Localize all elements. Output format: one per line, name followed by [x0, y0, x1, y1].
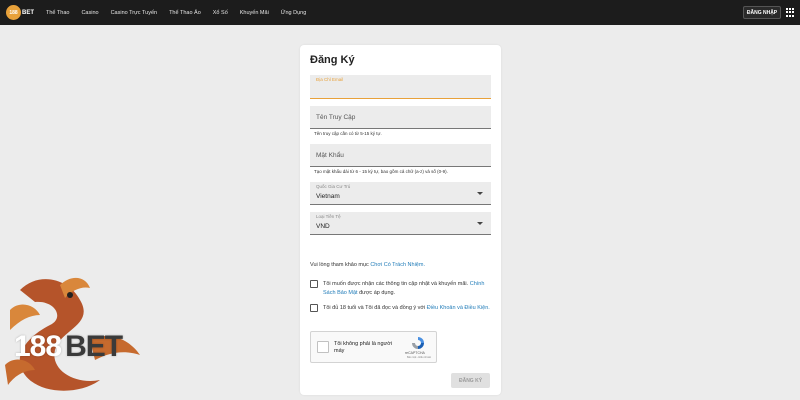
background-logo: 188 BET	[14, 330, 123, 363]
recaptcha-icon	[412, 337, 424, 349]
password-placeholder: Mật Khẩu	[316, 152, 344, 159]
responsible-gaming-link[interactable]: Chơi Có Trách Nhiệm.	[370, 262, 425, 268]
email-field[interactable]: Địa Chỉ Email	[310, 75, 491, 99]
logo-badge-icon: 188	[6, 5, 21, 20]
recaptcha-widget: Tôi không phải là người máy reCAPTCHA Bả…	[310, 331, 437, 363]
password-hint: Tạo mật khẩu dài từ 6 - 15 ký tự, bao gồ…	[314, 169, 448, 174]
nav-item-ung-dung[interactable]: Ứng Dụng	[281, 10, 307, 16]
nav-item-khuyen-mai[interactable]: Khuyến Mãi	[240, 10, 269, 16]
brand-logo[interactable]: 188 BET	[6, 3, 34, 22]
main-nav: Thể Thao Casino Casino Trực Tuyến Thể Th…	[46, 0, 318, 25]
email-label: Địa Chỉ Email	[316, 77, 344, 82]
recaptcha-checkbox[interactable]	[317, 341, 329, 353]
country-select[interactable]: Quốc Gia Cư Trú Vietnam	[310, 182, 491, 205]
country-label: Quốc Gia Cư Trú	[316, 184, 351, 189]
login-button[interactable]: ĐĂNG NHẬP	[743, 6, 781, 19]
recaptcha-brand: reCAPTCHA	[405, 351, 425, 355]
terms-checkbox[interactable]	[310, 304, 318, 312]
opt-in-text: Tôi muốn được nhận các thông tin cập nhậ…	[323, 281, 485, 296]
grid-icon[interactable]	[786, 8, 795, 17]
username-placeholder: Tên Truy Cập	[316, 114, 356, 121]
chevron-down-icon	[477, 222, 483, 225]
currency-label: Loại Tiền Tệ	[316, 214, 341, 219]
responsible-gaming-notice: Vui lòng tham khảo mục Chơi Có Trách Nhi…	[310, 262, 425, 268]
username-hint: Tên truy cập cần có từ 5-15 ký tự.	[314, 131, 382, 136]
currency-select[interactable]: Loại Tiền Tệ VND	[310, 212, 491, 235]
top-navigation-bar: 188 BET Thể Thao Casino Casino Trực Tuyế…	[0, 0, 800, 25]
recaptcha-label: Tôi không phải là người máy	[334, 341, 393, 354]
nav-item-the-thao-ao[interactable]: Thể Thao Ảo	[169, 10, 201, 16]
currency-value: VND	[316, 223, 330, 230]
opt-in-row: Tôi muốn được nhận các thông tin cập nhậ…	[310, 280, 493, 298]
register-button[interactable]: ĐĂNG KÝ	[451, 373, 490, 388]
terms-link[interactable]: Điều Khoản và Điều Kiện.	[427, 305, 490, 311]
terms-text: Tôi đủ 18 tuổi và Tôi đã đọc và đồng ý v…	[323, 305, 490, 311]
chevron-down-icon	[477, 192, 483, 195]
username-field[interactable]: Tên Truy Cập	[310, 106, 491, 129]
registration-card: Đăng Ký Địa Chỉ Email Tên Truy Cập Tên t…	[300, 45, 501, 395]
form-title: Đăng Ký	[310, 54, 355, 66]
nav-item-casino-truc-tuyen[interactable]: Casino Trực Tuyến	[111, 10, 157, 16]
opt-in-checkbox[interactable]	[310, 280, 318, 288]
terms-row: Tôi đủ 18 tuổi và Tôi đã đọc và đồng ý v…	[310, 304, 493, 313]
recaptcha-privacy-link[interactable]: Bảo mật - Điều khoản	[407, 356, 431, 359]
nav-item-the-thao[interactable]: Thể Thao	[46, 10, 69, 16]
nav-item-xo-so[interactable]: Xổ Số	[213, 10, 228, 16]
password-field[interactable]: Mật Khẩu	[310, 144, 491, 167]
logo-text: BET	[22, 9, 34, 16]
nav-item-casino[interactable]: Casino	[81, 10, 98, 16]
country-value: Vietnam	[316, 193, 340, 200]
